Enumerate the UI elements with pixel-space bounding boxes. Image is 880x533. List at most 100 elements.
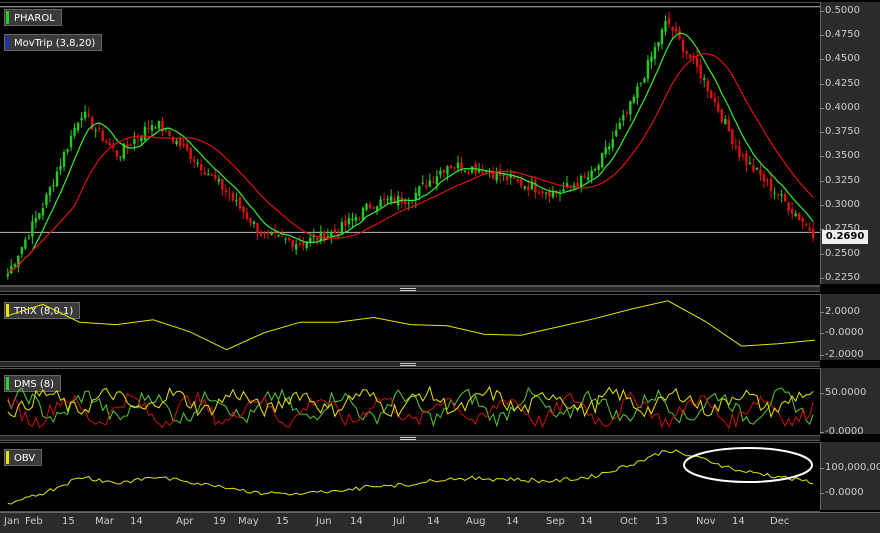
candle-body — [270, 232, 273, 236]
candle-body — [69, 135, 73, 148]
candle-body — [544, 192, 548, 194]
candle-body — [583, 175, 586, 177]
candle-body — [382, 198, 386, 200]
candle-body — [477, 169, 481, 173]
candle-body — [590, 170, 593, 179]
candle-body — [291, 240, 294, 247]
candle-body — [168, 130, 171, 136]
candle-body — [657, 41, 660, 47]
candle-body — [302, 242, 305, 246]
candle-body — [790, 208, 794, 214]
candle-body — [502, 174, 505, 176]
candle-body — [45, 194, 48, 206]
candle-body — [52, 184, 55, 187]
candle-body — [140, 137, 143, 142]
chart-canvas[interactable] — [0, 0, 880, 532]
candle-body — [671, 27, 674, 31]
candle-body — [418, 186, 421, 196]
candle-body — [773, 192, 776, 194]
candle-body — [252, 221, 256, 224]
candle-body — [569, 185, 572, 187]
ma-fast-line — [7, 32, 814, 275]
candle-body — [368, 204, 372, 209]
candle-body — [506, 175, 509, 181]
candle-body — [703, 78, 706, 80]
candle-body — [344, 220, 347, 226]
candle-body — [38, 213, 41, 219]
candle-body — [755, 167, 759, 170]
candle-body — [706, 80, 709, 92]
candle-body — [333, 229, 337, 233]
candle-body — [752, 165, 755, 172]
candle-body — [783, 194, 787, 202]
candle-body — [354, 217, 358, 221]
candle-body — [636, 86, 639, 98]
candle-body — [13, 264, 16, 267]
dms-plus-line — [7, 386, 814, 428]
candle-body — [695, 57, 699, 67]
candle-body — [717, 103, 720, 112]
candle-body — [787, 201, 790, 211]
candle-body — [646, 60, 650, 79]
candle-body — [411, 201, 414, 203]
candle-body — [660, 29, 664, 44]
candle-body — [133, 139, 136, 144]
candle-body — [20, 246, 24, 255]
candle-body — [203, 172, 206, 175]
candle-body — [622, 114, 625, 121]
candle-body — [738, 146, 741, 158]
candle-body — [615, 130, 618, 137]
candle-body — [105, 141, 108, 143]
candle-body — [731, 129, 734, 145]
candle-body — [98, 128, 101, 130]
candle-body — [766, 179, 769, 181]
candle-body — [298, 242, 301, 245]
candle-body — [604, 147, 607, 155]
candle-body — [136, 137, 140, 139]
candle-body — [185, 144, 189, 150]
candle-body — [207, 174, 210, 176]
candle-body — [280, 235, 284, 237]
candle-body — [379, 199, 382, 208]
annotation-ellipse — [683, 447, 813, 483]
candle-body — [407, 202, 410, 204]
candle-body — [154, 127, 157, 129]
candle-body — [161, 121, 164, 133]
candle-body — [27, 237, 31, 239]
candle-body — [80, 117, 83, 121]
candle-body — [667, 18, 671, 25]
trix-line — [5, 300, 816, 351]
candle-body — [724, 118, 727, 125]
candle-body — [235, 199, 238, 201]
candle-body — [625, 112, 629, 114]
candle-body — [217, 178, 221, 182]
candle-body — [421, 182, 425, 184]
candle-body — [797, 213, 801, 221]
candle-body — [238, 197, 242, 209]
candle-body — [710, 90, 713, 99]
candle-body — [734, 145, 738, 148]
candle-body — [685, 51, 688, 54]
candle-body — [562, 189, 565, 192]
candle-body — [200, 164, 203, 171]
candle-body — [87, 114, 90, 116]
candle-body — [189, 148, 192, 159]
candle-body — [527, 185, 530, 191]
candle-body — [681, 40, 685, 52]
candle-body — [537, 192, 541, 194]
candle-body — [266, 232, 270, 234]
candle-body — [769, 178, 773, 192]
candle-body — [520, 178, 523, 187]
candle-body — [439, 170, 442, 175]
candle-body — [653, 47, 657, 59]
candle-body — [794, 213, 797, 217]
candle-body — [62, 151, 66, 167]
candle-body — [66, 149, 69, 152]
candle-body — [259, 232, 263, 236]
candle-body — [245, 212, 249, 219]
candle-body — [294, 244, 298, 250]
candle-body — [277, 234, 280, 237]
candle-body — [639, 82, 643, 84]
candle-body — [284, 238, 287, 240]
candle-body — [808, 227, 811, 231]
